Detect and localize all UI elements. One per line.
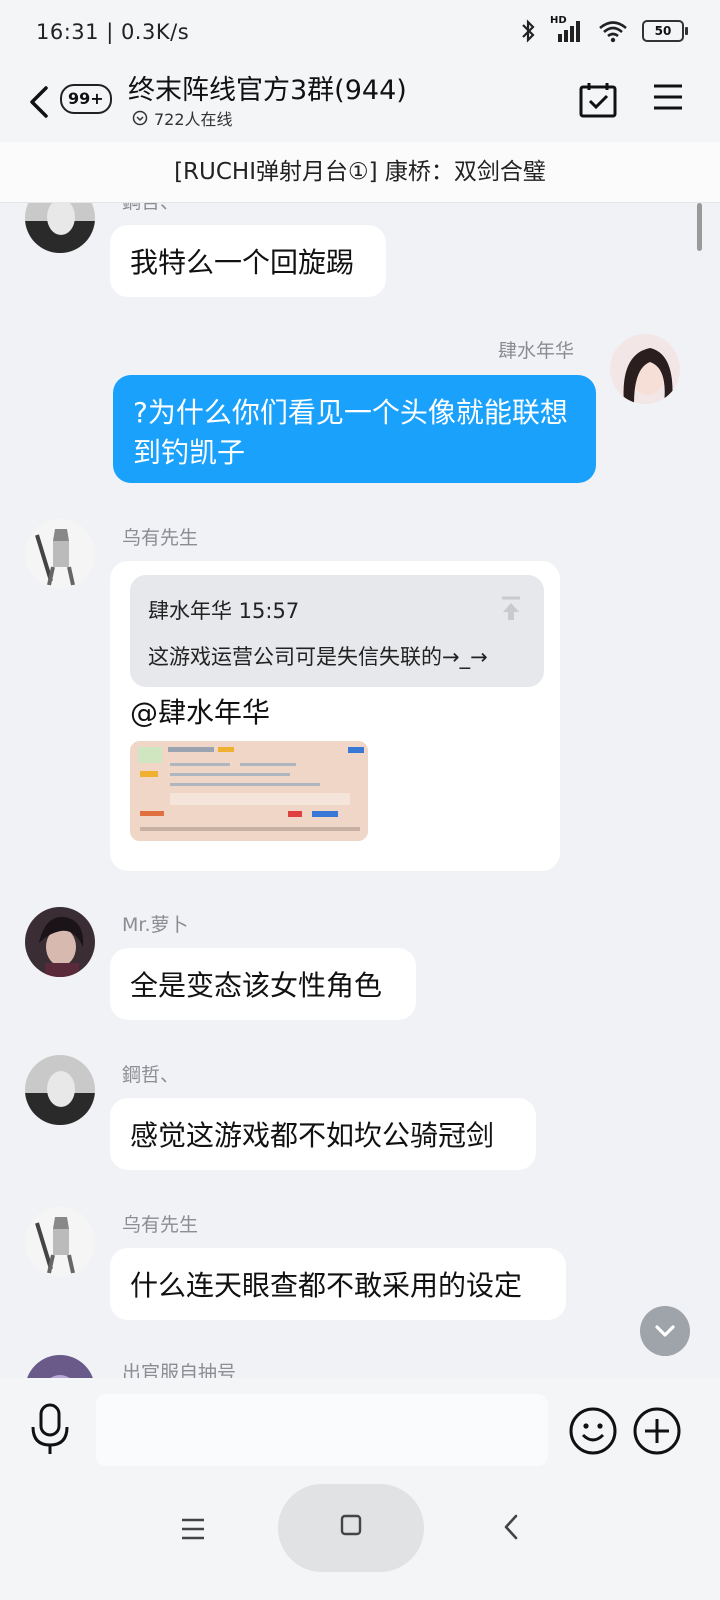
sender-name: 鋼哲、 [122,1064,180,1086]
sender-name: 肆水年华 [498,340,575,362]
chevron-down-icon [132,110,148,126]
wifi-icon [599,21,627,43]
avatar[interactable] [610,334,680,404]
recent-apps-button[interactable] [178,1516,208,1542]
signal-icon: HD [550,15,584,44]
status-icons: HD 50 [520,15,688,44]
mention-text: @肆水年华 [130,696,271,729]
online-count: 722人在线 [154,110,233,129]
chevron-down-icon [655,1325,675,1360]
calendar-check-button[interactable] [578,80,618,120]
battery-icon: 50 [642,20,688,42]
status-time: 16:31 | 0.3K/s [36,20,190,44]
system-nav-bar [0,1484,720,1600]
avatar[interactable] [25,1355,95,1378]
group-title[interactable]: 终末阵线官方3群(944) [128,68,407,107]
message-bubble[interactable]: 感觉这游戏都不如坎公骑冠剑 [110,1098,536,1170]
jump-to-message-icon[interactable] [500,595,522,621]
microphone-button[interactable] [28,1402,72,1456]
quote-author-time: 肆水年华 15:57 [148,599,300,623]
avatar[interactable] [25,203,95,253]
message-bubble[interactable]: 肆水年华 15:57 这游戏运营公司可是失信失联的→_→ @肆水年华 [110,561,560,871]
home-button[interactable] [340,1514,362,1536]
sender-name: 乌有先生 [122,1214,199,1236]
add-attachment-button[interactable] [632,1406,682,1456]
pinned-announcement[interactable]: [RUCHI弹射月台①] 康桥：双剑合璧 [0,142,720,203]
sender-name: 出官服自抽号 [122,1362,237,1378]
unread-badge[interactable]: 99+ [60,84,112,114]
message-input[interactable] [96,1394,548,1466]
message-bubble[interactable]: ?为什么你们看见一个头像就能联想到钓凯子 [113,375,596,483]
scroll-to-bottom-button[interactable] [640,1306,690,1360]
status-bar: 16:31 | 0.3K/s HD 50 [0,0,720,62]
avatar[interactable] [25,907,95,977]
network-tag: HD [550,15,567,26]
input-bar [0,1378,720,1484]
message-bubble[interactable]: 什么连天眼查都不敢采用的设定 [110,1248,566,1320]
avatar[interactable] [25,1207,95,1277]
reply-quote[interactable]: 肆水年华 15:57 这游戏运营公司可是失信失联的→_→ [130,575,544,687]
avatar[interactable] [25,519,95,589]
online-status[interactable]: 722人在线 [132,106,233,130]
nav-back-button[interactable] [500,1512,522,1542]
image-attachment[interactable] [130,741,368,841]
bluetooth-icon [522,19,535,43]
sender-name: Mr.萝卜 [122,914,189,936]
menu-button[interactable] [652,80,684,114]
scrollbar[interactable] [697,203,702,251]
message-list[interactable]: 鋼哲、 我特么一个回旋踢 肆水年华 ?为什么你们看见一个头像就能联想到钓凯子 乌… [0,203,720,1378]
quote-text: 这游戏运营公司可是失信失联的→_→ [148,645,488,669]
chat-header: 99+ 终末阵线官方3群(944) 722人在线 [0,62,720,142]
message-bubble[interactable]: 全是变态该女性角色 [110,948,416,1020]
sender-name: 乌有先生 [122,527,199,549]
sender-name: 鋼哲、 [122,203,179,214]
back-button[interactable] [26,82,52,122]
emoji-button[interactable] [568,1406,618,1456]
avatar[interactable] [25,1055,95,1125]
message-bubble[interactable]: 我特么一个回旋踢 [110,225,386,297]
